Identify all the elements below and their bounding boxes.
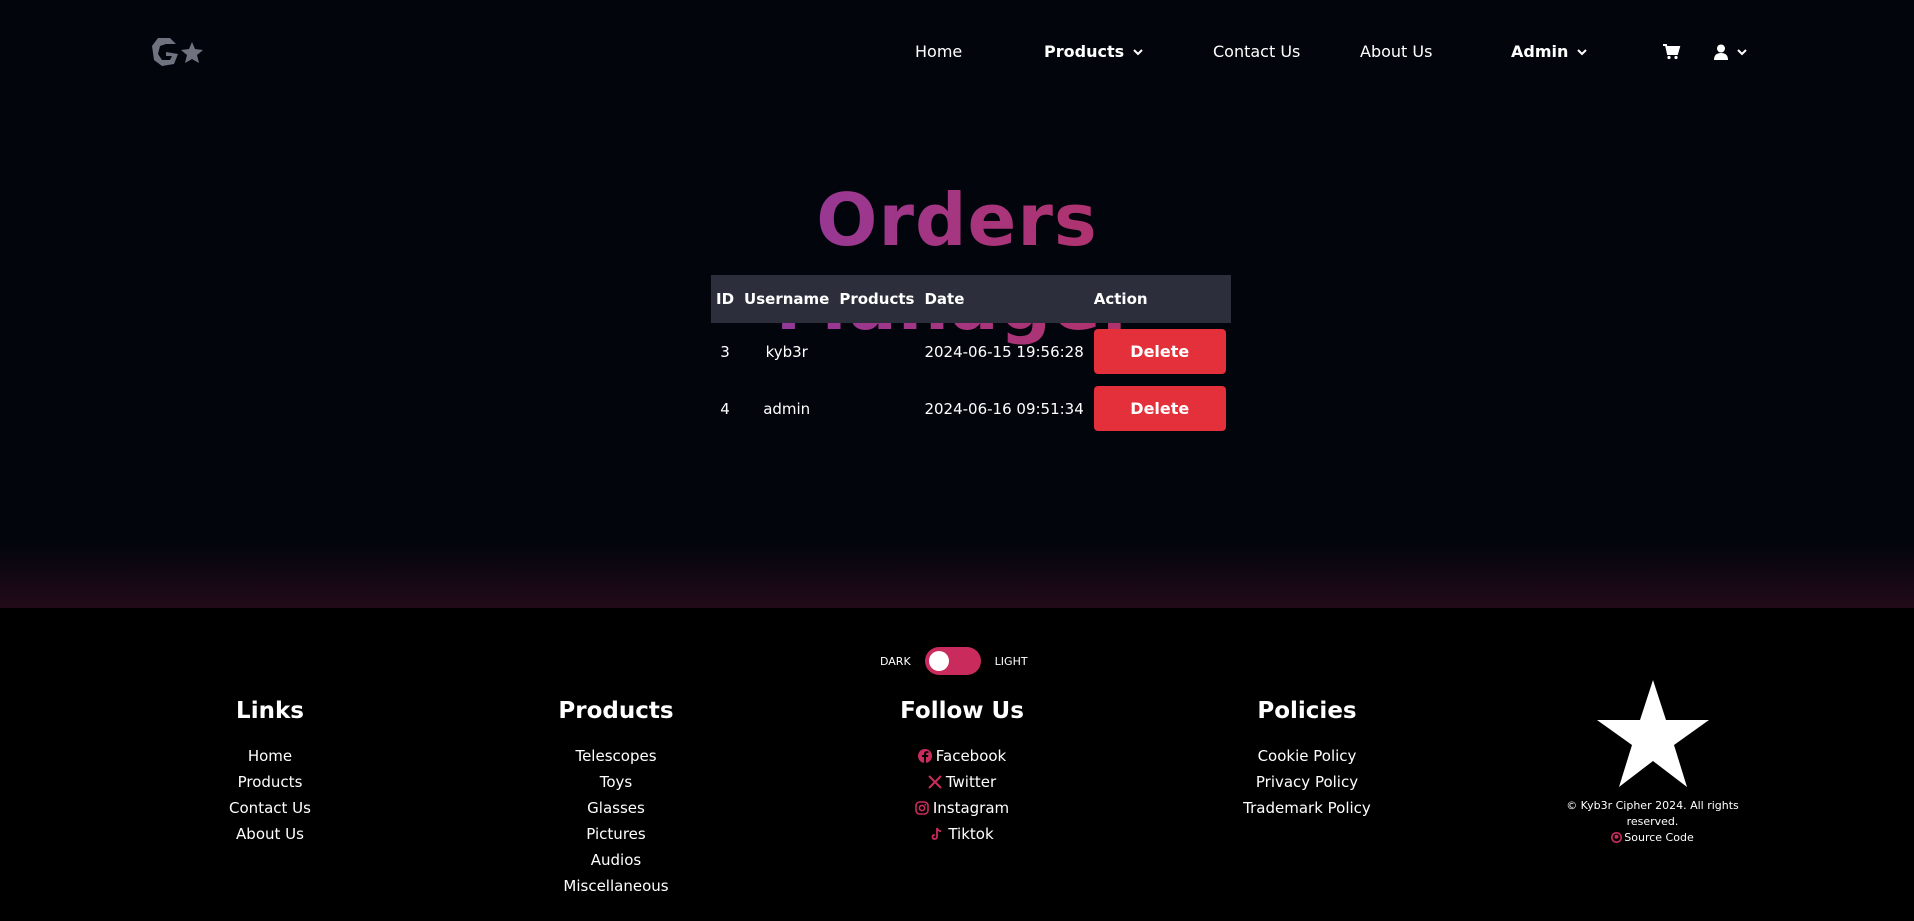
footer-instagram-link[interactable]: Instagram	[852, 795, 1072, 821]
nav-home-link[interactable]: Home	[915, 42, 962, 61]
table-row: 4 admin 2024-06-16 09:51:34 Delete	[711, 380, 1231, 437]
column-header-username: Username	[739, 275, 835, 323]
x-twitter-icon	[928, 775, 942, 789]
order-products-cell	[834, 380, 919, 437]
footer-product-audios[interactable]: Audios	[506, 847, 726, 873]
tiktok-icon	[931, 827, 942, 840]
footer-twitter-link[interactable]: Twitter	[852, 769, 1072, 795]
theme-light-label: LIGHT	[994, 654, 1028, 668]
footer-follow-title: Follow Us	[900, 698, 1024, 724]
column-header-products: Products	[834, 275, 920, 323]
footer-follow-column: Follow Us Facebook Twitter Instagram Tik…	[852, 698, 1072, 847]
star-logo-icon	[1596, 680, 1709, 787]
footer-glow-divider	[0, 545, 1914, 608]
footer-tiktok-link[interactable]: Tiktok	[852, 821, 1072, 847]
order-action-cell: Delete	[1089, 380, 1231, 437]
source-code-link[interactable]: Source Code	[1540, 830, 1765, 846]
footer-product-pictures[interactable]: Pictures	[506, 821, 726, 847]
nav-admin-label: Admin	[1511, 42, 1569, 61]
footer-product-glasses[interactable]: Glasses	[506, 795, 726, 821]
footer-links-column: Links Home Products Contact Us About Us	[160, 698, 380, 847]
theme-switch-knob	[928, 651, 949, 671]
orders-table: ID Username Products Date Action 3 kyb3r…	[711, 275, 1231, 437]
nav-home-label: Home	[915, 42, 963, 61]
instagram-icon	[915, 801, 929, 815]
nav-contact-link[interactable]: Contact Us	[1213, 42, 1300, 61]
order-id-cell: 3	[720, 342, 730, 361]
column-header-action: Action	[1088, 275, 1231, 323]
delete-order-button[interactable]: Delete	[1093, 329, 1226, 374]
footer-link-products[interactable]: Products	[160, 769, 380, 795]
footer-link-home[interactable]: Home	[160, 743, 380, 769]
nav-admin-dropdown[interactable]: Admin	[1511, 42, 1588, 61]
footer-product-telescopes[interactable]: Telescopes	[506, 743, 726, 769]
footer-cookie-policy-link[interactable]: Cookie Policy	[1197, 743, 1417, 769]
theme-dark-label: DARK	[880, 654, 911, 668]
footer-products-column: Products Telescopes Toys Glasses Picture…	[506, 698, 726, 899]
nav-contact-label: Contact Us	[1213, 42, 1301, 61]
footer-product-toys[interactable]: Toys	[506, 769, 726, 795]
column-header-id: ID	[711, 275, 740, 323]
footer-policies-column: Policies Cookie Policy Privacy Policy Tr…	[1197, 698, 1417, 821]
order-action-cell: Delete	[1089, 323, 1231, 380]
chevron-down-icon	[1133, 48, 1143, 55]
facebook-icon	[917, 749, 932, 763]
chevron-down-icon	[1737, 49, 1747, 56]
github-icon	[1611, 832, 1623, 843]
footer-link-about[interactable]: About Us	[160, 821, 380, 847]
footer-product-miscellaneous[interactable]: Miscellaneous	[506, 873, 726, 899]
table-row: 3 kyb3r 2024-06-15 19:56:28 Delete	[711, 323, 1231, 380]
g-star-logo-icon[interactable]	[150, 34, 206, 70]
copyright-text: © Kyb3r Cipher 2024. All rights reserved…	[1566, 799, 1739, 828]
order-date-cell: 2024-06-15 19:56:28	[924, 342, 1084, 361]
chevron-down-icon	[1577, 48, 1588, 55]
twitter-label: Twitter	[945, 773, 997, 791]
footer-link-contact[interactable]: Contact Us	[160, 795, 380, 821]
nav-products-label: Products	[1044, 42, 1125, 61]
order-date-cell: 2024-06-16 09:51:34	[924, 399, 1084, 418]
theme-toggle: DARK LIGHT	[880, 647, 1028, 675]
nav-about-label: About Us	[1360, 42, 1433, 61]
facebook-label: Facebook	[935, 747, 1007, 765]
footer-links-title: Links	[236, 698, 304, 724]
nav-about-link[interactable]: About Us	[1360, 42, 1432, 61]
cart-button[interactable]	[1663, 44, 1681, 60]
user-menu-button[interactable]	[1714, 44, 1748, 60]
theme-switch[interactable]	[924, 647, 981, 675]
user-icon	[1714, 44, 1728, 60]
top-navbar: Home Products Contact Us About Us Admin	[0, 0, 1914, 106]
order-id-cell: 4	[720, 399, 730, 418]
nav-products-dropdown[interactable]: Products	[1044, 42, 1144, 61]
footer-privacy-policy-link[interactable]: Privacy Policy	[1197, 769, 1417, 795]
order-username-cell: kyb3r	[765, 342, 808, 361]
footer-facebook-link[interactable]: Facebook	[852, 743, 1072, 769]
footer-brand: © Kyb3r Cipher 2024. All rights reserved…	[1540, 680, 1765, 846]
footer-products-title: Products	[558, 698, 674, 724]
footer-policies-title: Policies	[1257, 698, 1357, 724]
footer: DARK LIGHT Links Home Products Contact U…	[0, 608, 1914, 921]
table-header-row: ID Username Products Date Action	[711, 275, 1231, 323]
footer-trademark-policy-link[interactable]: Trademark Policy	[1197, 795, 1417, 821]
tiktok-label: Tiktok	[948, 825, 994, 843]
cart-icon	[1663, 44, 1681, 60]
source-code-label: Source Code	[1624, 831, 1694, 844]
delete-order-button[interactable]: Delete	[1093, 386, 1226, 431]
order-products-cell	[834, 323, 919, 380]
column-header-date: Date	[919, 275, 1089, 323]
instagram-label: Instagram	[932, 799, 1010, 817]
order-username-cell: admin	[763, 399, 811, 418]
